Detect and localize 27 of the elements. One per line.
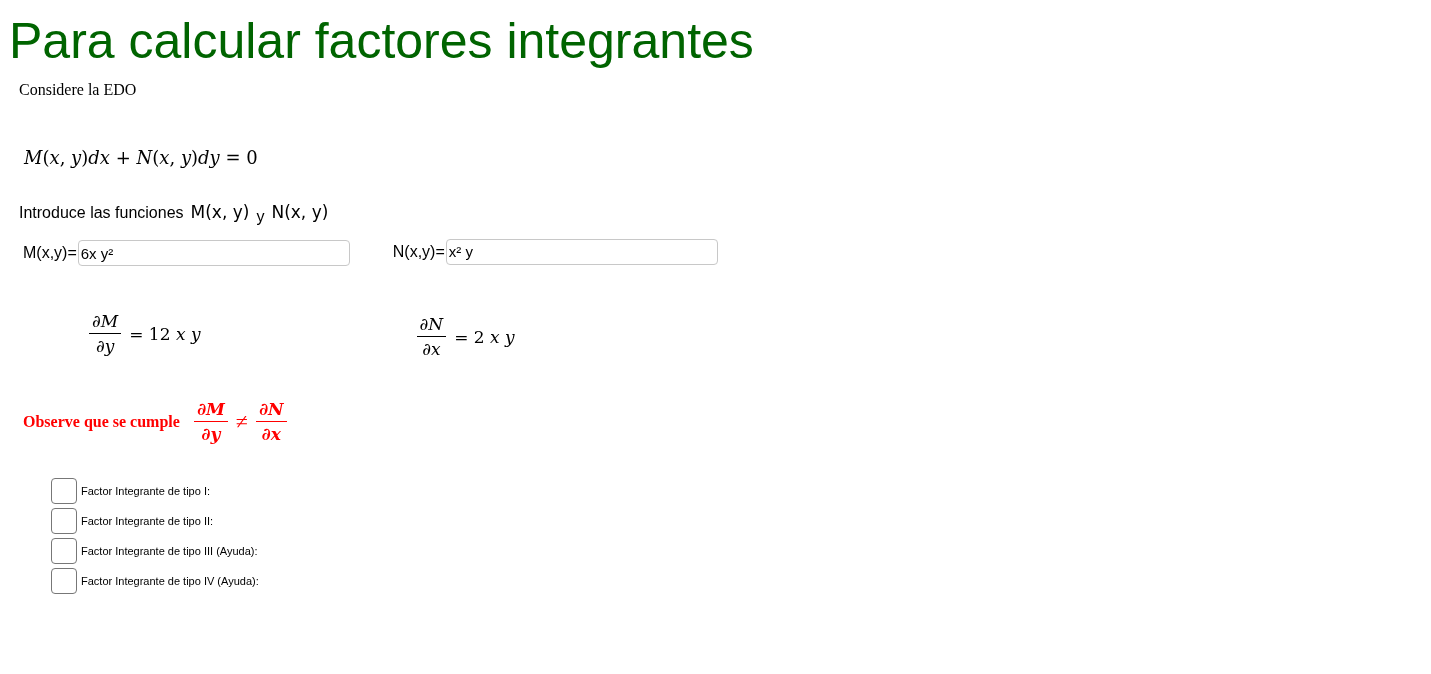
fraction: ∂M ∂y: [193, 399, 228, 444]
function-name: N(x, y): [271, 202, 329, 222]
observation-text: Observe que se cumple: [23, 412, 180, 431]
checkbox-label: Factor Integrante de tipo IV (Ayuda):: [81, 575, 259, 587]
field-label: N(x,y)=: [392, 242, 445, 261]
conjunction-text: y: [256, 208, 265, 226]
input-field[interactable]: 6x y²: [77, 240, 350, 266]
checkbox-label: Factor Integrante de tipo III (Ayuda):: [81, 545, 258, 557]
fraction: ∂N ∂x: [255, 399, 287, 444]
fraction: ∂M ∂y: [89, 311, 122, 356]
intro-text: Considere la EDO: [19, 81, 137, 99]
checkbox[interactable]: [51, 538, 77, 564]
field-label: M(x,y)=: [23, 244, 77, 262]
derivative-result: = 12 x y: [129, 323, 201, 344]
checkbox-label: Factor Integrante de tipo II:: [81, 515, 214, 527]
prompt-text: Introduce las funciones: [19, 204, 184, 222]
checkbox-label: Factor Integrante de tipo I:: [81, 485, 211, 497]
checkbox[interactable]: [51, 508, 77, 534]
checkbox[interactable]: [51, 568, 77, 594]
checkbox[interactable]: [51, 478, 77, 504]
not-equal-sign: ≠: [235, 408, 248, 435]
input-field[interactable]: x² y: [445, 238, 718, 265]
fraction: ∂N ∂x: [416, 314, 447, 359]
page-title: Para calcular factores integrantes: [9, 14, 754, 69]
equation: M(x, y)dx + N(x, y)dy = 0: [24, 147, 258, 168]
derivative-result: = 2 x y: [454, 326, 515, 347]
function-name: M(x, y): [190, 202, 250, 222]
